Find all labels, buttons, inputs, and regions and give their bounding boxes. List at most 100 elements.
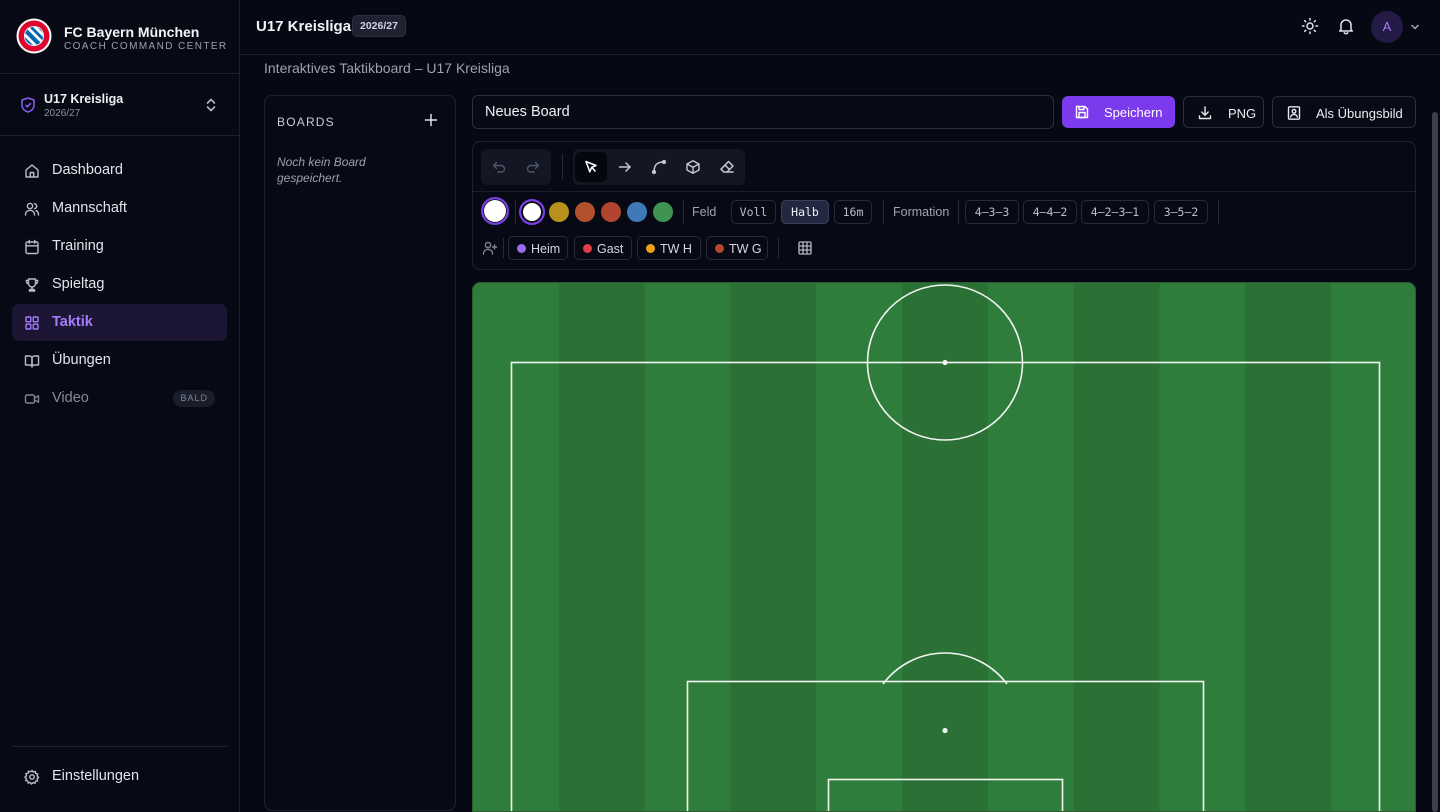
redo-icon xyxy=(526,161,540,173)
board-name-input[interactable] xyxy=(472,95,1054,129)
nav-item-label: Übungen xyxy=(52,352,111,368)
away-team-label: Gast xyxy=(597,242,624,256)
boards-title: BOARDS xyxy=(277,115,335,129)
boards-empty-text: Noch kein Board gespeichert. xyxy=(277,155,366,185)
add-away-goalkeeper-chip[interactable]: TW G xyxy=(706,236,768,260)
curve-icon xyxy=(651,159,667,175)
field-option-16m[interactable]: 16m xyxy=(834,200,872,224)
nav-item-taktik[interactable]: Taktik xyxy=(12,304,227,341)
home-goalkeeper-dot xyxy=(646,244,655,253)
team-switcher[interactable]: U17 Kreisliga 2026/27 xyxy=(0,75,239,136)
book-open-icon xyxy=(24,355,40,368)
add-home-player-chip[interactable]: Heim xyxy=(508,236,568,260)
nav-item-uebungen[interactable]: Übungen xyxy=(12,342,227,379)
field-option-halb[interactable]: Halb xyxy=(781,200,829,224)
history-group xyxy=(481,149,551,185)
formation-4231[interactable]: 4–2–3–1 xyxy=(1081,200,1149,224)
nav-item-spieltag[interactable]: Spieltag xyxy=(12,266,227,303)
grid-icon[interactable] xyxy=(797,240,813,256)
current-color-swatch[interactable] xyxy=(481,197,509,225)
home-goalkeeper-label: TW H xyxy=(660,242,692,256)
nav-item-einstellungen[interactable]: Einstellungen xyxy=(12,758,227,795)
nav-item-training[interactable]: Training xyxy=(12,228,227,265)
formation-442[interactable]: 4–4–2 xyxy=(1023,200,1077,224)
nav-item-mannschaft[interactable]: Mannschaft xyxy=(12,190,227,227)
nav-item-label: Mannschaft xyxy=(52,200,127,216)
cone-tool-button[interactable] xyxy=(679,153,707,181)
field-option-voll[interactable]: Voll xyxy=(731,200,776,224)
chevron-down-icon[interactable] xyxy=(1410,22,1420,32)
season-badge: 2026/27 xyxy=(352,15,406,37)
shield-icon xyxy=(21,97,35,113)
settings-label: Einstellungen xyxy=(52,768,140,784)
toolbar-separator xyxy=(562,154,563,180)
arrow-icon xyxy=(618,162,631,172)
trophy-icon xyxy=(25,278,39,292)
users-icon xyxy=(24,202,40,216)
formation-433[interactable]: 4–3–3 xyxy=(965,200,1019,224)
toolbar-separator xyxy=(515,200,516,224)
club-crest-icon xyxy=(16,18,52,54)
layout-grid-icon xyxy=(25,316,39,330)
home-icon xyxy=(25,164,39,178)
save-as-exercise-button[interactable]: Als Übungsbild xyxy=(1272,96,1416,128)
user-plus-icon[interactable] xyxy=(482,240,498,256)
toolbar-separator xyxy=(503,238,504,258)
field-label: Feld xyxy=(692,205,717,219)
tool-group xyxy=(573,149,745,185)
home-team-dot xyxy=(517,244,526,253)
redo-button[interactable] xyxy=(519,153,547,181)
color-swatch-green[interactable] xyxy=(653,202,673,222)
plus-icon[interactable] xyxy=(423,112,439,128)
select-tool-button[interactable] xyxy=(575,152,607,182)
toolbar-separator xyxy=(958,200,959,224)
color-swatch-white[interactable] xyxy=(519,199,545,225)
brand-subtitle: COACH COMMAND CENTER xyxy=(64,41,228,52)
arrow-tool-button[interactable] xyxy=(611,153,639,181)
save-button[interactable]: Speichern xyxy=(1062,96,1175,128)
tactic-pitch[interactable] xyxy=(472,282,1416,812)
pointer-icon xyxy=(585,160,597,173)
undo-button[interactable] xyxy=(485,153,513,181)
boards-panel: BOARDS Noch kein Board gespeichert. xyxy=(264,95,456,811)
team-switcher-season: 2026/27 xyxy=(44,108,81,119)
color-swatch-gold[interactable] xyxy=(549,202,569,222)
center-spot xyxy=(942,359,948,366)
gear-icon xyxy=(24,769,40,785)
add-away-player-chip[interactable]: Gast xyxy=(574,236,632,260)
color-swatch-red[interactable] xyxy=(601,202,621,222)
export-png-button[interactable]: PNG xyxy=(1183,96,1264,128)
brand: FC Bayern München COACH COMMAND CENTER xyxy=(0,0,239,74)
toolbar-row-divider xyxy=(473,191,1415,192)
color-swatch-orange[interactable] xyxy=(575,202,595,222)
color-swatch-blue[interactable] xyxy=(627,202,647,222)
save-label: Speichern xyxy=(1104,105,1163,120)
exercise-label: Als Übungsbild xyxy=(1316,106,1403,121)
coming-soon-badge: BALD xyxy=(173,390,215,407)
page-scrollbar[interactable] xyxy=(1432,112,1438,812)
image-icon xyxy=(1287,106,1301,120)
away-goalkeeper-dot xyxy=(715,244,724,253)
nav-item-label: Taktik xyxy=(52,314,93,330)
page-subtitle: Interaktives Taktikboard – U17 Kreisliga xyxy=(264,60,510,76)
brand-name: FC Bayern München xyxy=(64,24,200,40)
sidebar-divider xyxy=(12,746,227,747)
pitch-canvas[interactable] xyxy=(473,283,1416,812)
page-title: U17 Kreisliga xyxy=(256,18,352,35)
away-goalkeeper-label: TW G xyxy=(729,242,762,256)
png-label: PNG xyxy=(1228,106,1257,121)
calendar-icon xyxy=(25,239,39,255)
eraser-tool-button[interactable] xyxy=(713,153,741,181)
toolbar-separator xyxy=(778,238,779,258)
formation-352[interactable]: 3–5–2 xyxy=(1154,200,1208,224)
nav-item-video[interactable]: Video BALD xyxy=(12,380,227,417)
nav-item-dashboard[interactable]: Dashboard xyxy=(12,152,227,189)
download-icon xyxy=(1198,106,1212,120)
sun-icon[interactable] xyxy=(1301,17,1319,35)
curve-tool-button[interactable] xyxy=(645,153,673,181)
team-switcher-name: U17 Kreisliga xyxy=(44,92,124,106)
add-home-goalkeeper-chip[interactable]: TW H xyxy=(637,236,701,260)
bell-icon[interactable] xyxy=(1337,17,1355,35)
avatar[interactable]: A xyxy=(1371,11,1403,43)
board-toolbar: Feld Voll Halb 16m Formation 4–3–3 4–4–2… xyxy=(472,141,1416,270)
